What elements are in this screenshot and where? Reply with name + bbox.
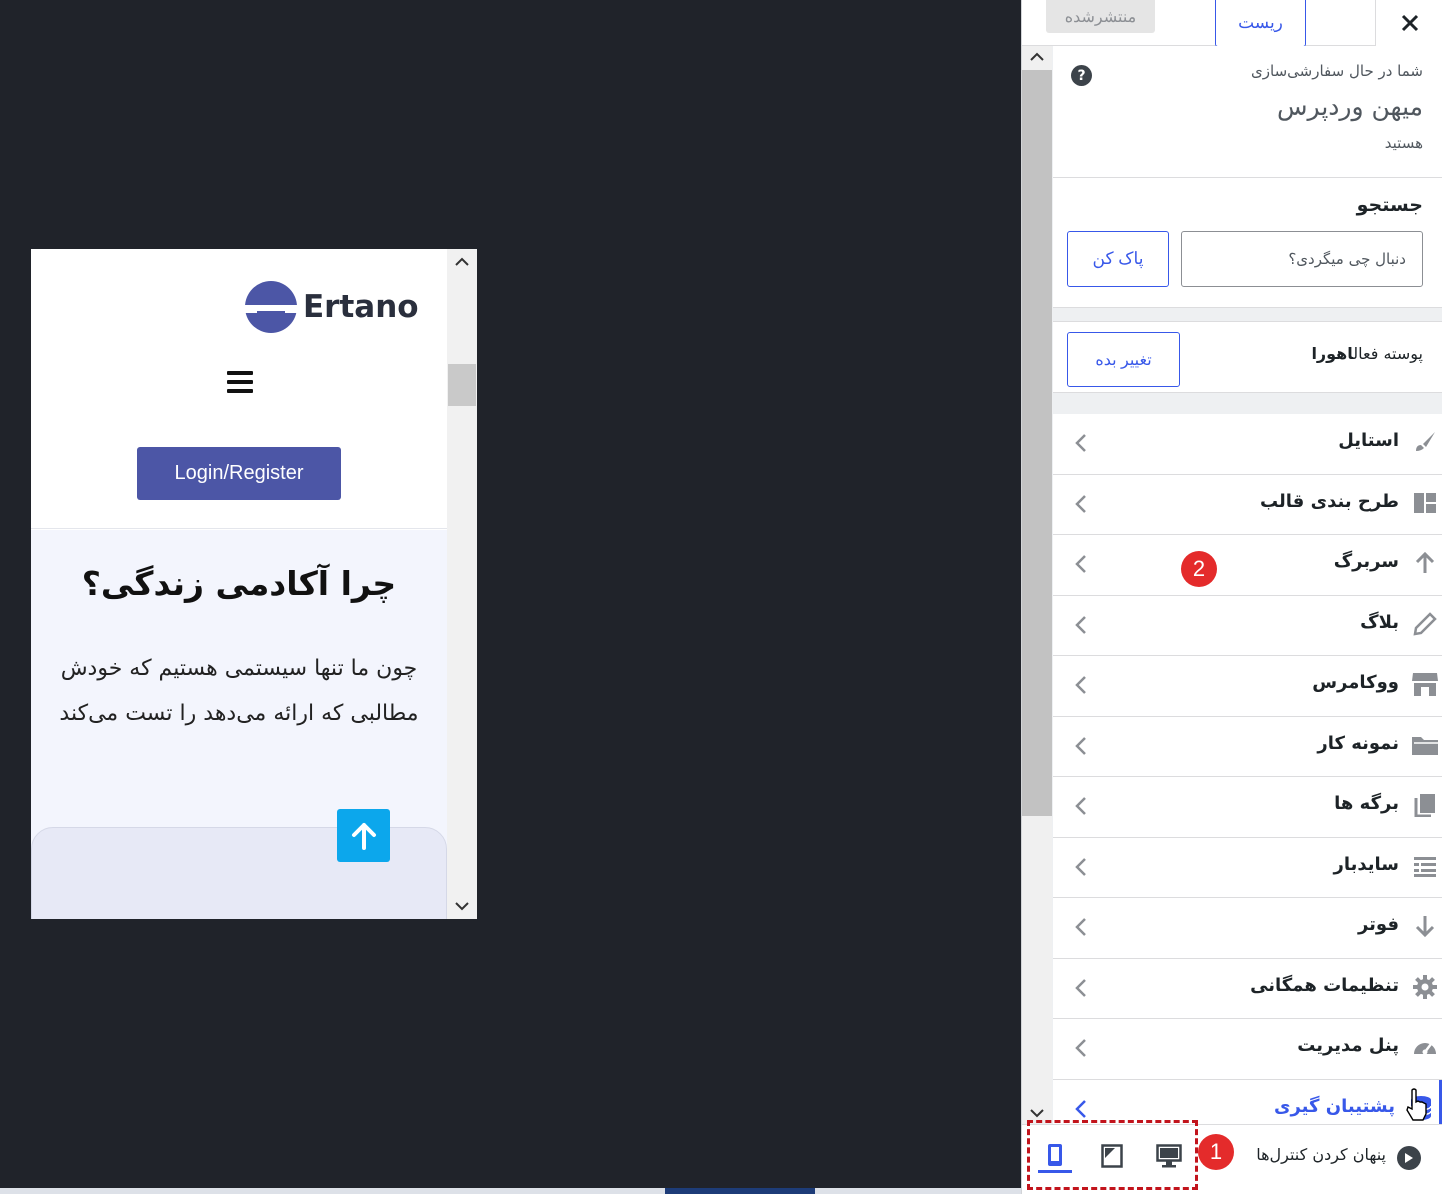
tablet-preview-button[interactable]: [1095, 1139, 1129, 1173]
info-line: شما در حال سفارشی‌سازی: [1251, 62, 1423, 80]
tablet-icon: [1101, 1144, 1123, 1168]
customizer-menu: استایل طرح بندی قالب سربرگ بلاگ ووکامرس …: [1053, 414, 1442, 1140]
menu-item-footer[interactable]: فوتر: [1053, 898, 1442, 959]
scrollbar-thumb[interactable]: [1022, 70, 1052, 816]
chevron-left-icon: [1075, 857, 1086, 876]
menu-item-label: طرح بندی قالب: [1259, 490, 1399, 512]
menu-item-label: برگه ها: [1334, 793, 1399, 814]
menu-item-global-settings[interactable]: تنظیمات همگانی: [1053, 958, 1442, 1019]
store-icon: [1411, 670, 1439, 698]
search-input[interactable]: [1181, 231, 1423, 287]
scrollbar-thumb[interactable]: [448, 364, 476, 406]
search-section: جستجو پاک کن: [1053, 178, 1442, 308]
search-title: جستجو: [1356, 194, 1423, 216]
pencil-icon: [1411, 610, 1439, 638]
pages-icon: [1411, 791, 1439, 819]
close-icon: [1401, 14, 1418, 32]
customizer-footer: 1 پنهان کردن کنترل‌ها: [1022, 1120, 1442, 1194]
reset-button[interactable]: ریست: [1215, 0, 1306, 47]
active-theme-section: پوسته فعالاهورا تغییر بده: [1053, 321, 1442, 393]
scroll-down-icon[interactable]: [447, 893, 477, 919]
hamburger-menu-icon[interactable]: [227, 371, 253, 395]
customizing-info: شما در حال سفارشی‌سازی میهن وردپرس هستید…: [1053, 46, 1442, 178]
annotation-badge-2: 2: [1181, 551, 1217, 587]
menu-item-label: استایل: [1338, 430, 1399, 451]
arrow-up-icon: [1411, 549, 1439, 577]
desktop-preview-button[interactable]: [1152, 1139, 1186, 1173]
layout-icon: [1411, 489, 1439, 517]
menu-item-header[interactable]: سربرگ: [1053, 535, 1442, 596]
chevron-left-icon: [1075, 555, 1086, 573]
brush-icon: [1411, 428, 1439, 456]
customizer-topbar: منتشرشده ریست: [1022, 0, 1442, 47]
change-theme-button[interactable]: تغییر بده: [1067, 332, 1180, 387]
close-button[interactable]: [1375, 0, 1442, 46]
menu-item-woocommerce[interactable]: ووکامرس: [1053, 656, 1442, 717]
menu-item-portfolio[interactable]: نمونه کار: [1053, 716, 1442, 777]
chevron-left-icon: [1075, 434, 1086, 452]
preview-scrollbar[interactable]: [447, 249, 477, 919]
annotation-badge-1: 1: [1198, 1134, 1234, 1170]
hand-cursor-icon: [1406, 1088, 1427, 1121]
hero-title: چرا آکادمی زندگی؟: [81, 564, 397, 603]
chevron-left-icon: [1075, 615, 1086, 634]
hide-controls-label[interactable]: پنهان کردن کنترل‌ها: [1256, 1145, 1386, 1164]
site-header: Ertano Login/Register: [31, 249, 447, 529]
scroll-up-icon[interactable]: [447, 249, 477, 275]
taskbar-strip: [0, 1188, 1021, 1194]
preview-content: Ertano Login/Register چرا آکادمی زندگی؟ …: [31, 249, 447, 919]
chevron-left-icon: [1075, 918, 1086, 936]
chevron-left-icon: [1075, 494, 1086, 513]
arrow-up-icon: [351, 822, 376, 850]
menu-item-layout[interactable]: طرح بندی قالب: [1053, 474, 1442, 535]
menu-item-admin-panel[interactable]: پنل مدیریت: [1053, 1019, 1442, 1080]
arrow-down-icon: [1411, 912, 1439, 940]
menu-item-label: سایدبار: [1333, 853, 1400, 875]
logo-text: Ertano: [303, 289, 419, 325]
help-icon[interactable]: ?: [1071, 65, 1092, 86]
desktop-icon: [1156, 1144, 1182, 1168]
menu-item-label: پشتیبان گیری: [1273, 1095, 1395, 1117]
menu-item-label: تنظیمات همگانی: [1250, 974, 1399, 996]
hero-text: چون ما تنها سیستمی هستیم که خودش مطالبی …: [59, 656, 419, 726]
menu-item-blog[interactable]: بلاگ: [1053, 595, 1442, 656]
folder-icon: [1411, 731, 1439, 759]
site-logo[interactable]: Ertano: [243, 277, 419, 337]
mobile-preview-button[interactable]: [1038, 1139, 1072, 1173]
menu-item-label: نمونه کار: [1317, 732, 1399, 754]
active-theme-label: پوسته فعالاهورا: [1311, 344, 1423, 363]
menu-item-label: پنل مدیریت: [1297, 1035, 1399, 1056]
logo-mark-icon: [245, 281, 297, 333]
menu-item-label: فوتر: [1357, 914, 1399, 935]
menu-item-style[interactable]: استایل: [1053, 414, 1442, 475]
info-line: هستید: [1384, 134, 1423, 152]
menu-item-sidebar[interactable]: سایدبار: [1053, 837, 1442, 898]
site-name: میهن وردپرس: [1277, 92, 1423, 121]
chevron-left-icon: [1075, 797, 1086, 815]
chevron-left-icon: [1075, 978, 1086, 997]
site-preview-frame: Ertano Login/Register چرا آکادمی زندگی؟ …: [31, 249, 477, 919]
device-preview-switcher: [1027, 1120, 1198, 1190]
clear-search-button[interactable]: پاک کن: [1067, 231, 1169, 287]
scroll-up-icon[interactable]: [1022, 46, 1052, 68]
active-theme-name: اهورا: [1311, 344, 1354, 363]
chevron-left-icon: [1075, 676, 1086, 694]
menu-item-pages[interactable]: برگه ها: [1053, 777, 1442, 838]
published-button[interactable]: منتشرشده: [1046, 0, 1155, 33]
menu-item-label: سربرگ: [1333, 551, 1399, 572]
dashboard-icon: [1411, 1033, 1439, 1061]
login-register-button[interactable]: Login/Register: [137, 447, 341, 500]
chevron-left-icon: [1075, 1039, 1086, 1057]
menu-item-label: بلاگ: [1360, 611, 1399, 633]
chevron-left-icon: [1075, 1099, 1086, 1118]
menu-item-label: ووکامرس: [1312, 672, 1399, 693]
gear-icon: [1411, 973, 1439, 1001]
chevron-left-icon: [1075, 736, 1086, 755]
hide-controls-icon[interactable]: [1397, 1146, 1421, 1170]
panel-scrollbar[interactable]: [1022, 46, 1052, 1124]
mobile-icon: [1048, 1143, 1062, 1166]
sidebar-icon: [1411, 852, 1439, 880]
customizer-panel: منتشرشده ریست شما در حال سفارشی‌سازی میه…: [1021, 0, 1442, 1194]
scroll-to-top-button[interactable]: [337, 809, 390, 862]
